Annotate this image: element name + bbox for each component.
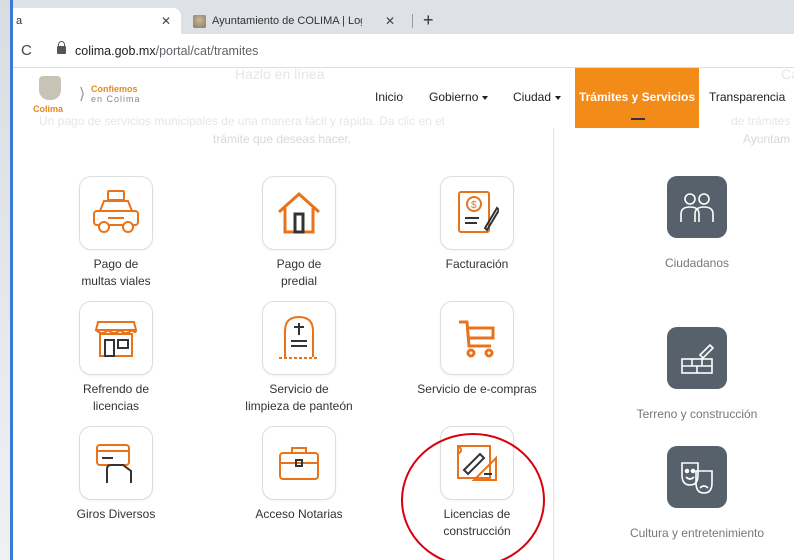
ghost-heading-right: Ca xyxy=(781,66,794,82)
service-pago-predial[interactable]: Pago de predial xyxy=(219,176,379,290)
url-path: /portal/cat/tramites xyxy=(155,44,259,58)
nav-ciudad[interactable]: Ciudad xyxy=(513,90,562,104)
service-label: Servicio de limpieza de panteón xyxy=(219,381,379,415)
theater-masks-icon xyxy=(667,446,727,508)
tab-separator xyxy=(412,14,413,28)
nav-inicio[interactable]: Inicio xyxy=(375,90,403,104)
colima-logo[interactable]: Colima xyxy=(33,76,73,120)
service-label: Servicio de e-compras xyxy=(417,382,537,396)
category-label: Ciudadanos xyxy=(664,256,730,270)
service-label: Refrendo de licencias xyxy=(36,381,196,415)
brand-subtitle: en Colima xyxy=(91,94,141,104)
tab-ayuntamiento[interactable]: Ayuntamiento de COLIMA | Login ✕ xyxy=(185,8,405,34)
ghost-heading: Hazlo en línea xyxy=(235,66,325,82)
favicon-icon xyxy=(193,14,206,28)
category-label: Terreno y construcción xyxy=(636,407,758,421)
category-label: Cultura y entretenimiento xyxy=(629,526,765,540)
service-facturacion[interactable]: $ Facturación xyxy=(397,176,557,273)
browser-window: a ✕ Ayuntamiento de COLIMA | Login ✕ + C… xyxy=(10,0,794,560)
main-content: trámite que deseas hacer. Ayuntam Pago d… xyxy=(13,128,794,560)
address-bar: C colima.gob.mx/portal/cat/tramites xyxy=(13,34,794,68)
service-refrendo-licencias[interactable]: Refrendo de licencias xyxy=(36,301,196,415)
url-host: colima.gob.mx xyxy=(75,44,156,58)
tab-title: Ayuntamiento de COLIMA | Login xyxy=(212,15,362,27)
brand-title: Confiemos xyxy=(91,84,138,94)
service-label: Pago de predial xyxy=(219,256,379,290)
store-icon xyxy=(79,301,153,375)
shield-icon xyxy=(39,76,61,100)
close-tab-icon[interactable]: ✕ xyxy=(161,14,171,28)
service-label: Facturación xyxy=(445,257,509,271)
service-label-line1: Pago de xyxy=(93,257,139,271)
highlight-circle xyxy=(401,433,545,560)
service-label-line2: licencias xyxy=(92,399,140,413)
service-label: Giros Diversos xyxy=(76,507,156,521)
active-indicator xyxy=(631,118,645,120)
tab-title: a xyxy=(16,15,23,27)
nav-tramites-label: Trámites y Servicios xyxy=(578,90,696,104)
close-tab-icon[interactable]: ✕ xyxy=(385,14,395,28)
service-label-line2: predial xyxy=(280,274,318,288)
ghost-line2: trámite que deseas hacer. xyxy=(213,132,352,146)
caret-down-icon xyxy=(555,95,562,100)
category-ciudadanos[interactable]: Ciudadanos xyxy=(607,176,787,270)
reload-icon[interactable]: C xyxy=(21,42,32,59)
service-label: Pago de multas viales xyxy=(36,256,196,290)
brand-slogan: Confiemos en Colima xyxy=(91,84,141,104)
people-icon xyxy=(667,176,727,238)
service-e-compras[interactable]: Servicio de e-compras xyxy=(397,301,557,398)
chevron-right-icon: ⟩ xyxy=(79,86,86,103)
bricks-icon xyxy=(667,327,727,389)
tab-strip: a ✕ Ayuntamiento de COLIMA | Login ✕ + xyxy=(13,0,794,34)
service-label-line2: limpieza de panteón xyxy=(245,399,353,413)
nav-transparencia[interactable]: Transparencia xyxy=(709,90,785,104)
service-label: Acceso Notarias xyxy=(255,507,343,521)
lock-icon[interactable] xyxy=(57,41,66,54)
service-label-line2: multas viales xyxy=(81,274,151,288)
invoice-icon: $ xyxy=(440,176,514,250)
service-giros-diversos[interactable]: Giros Diversos xyxy=(36,426,196,523)
new-tab-button[interactable]: + xyxy=(423,11,434,29)
nav-ciudad-label: Ciudad xyxy=(513,90,552,104)
briefcase-icon xyxy=(262,426,336,500)
site-header: Hazlo en línea Ca Un pago de servicios m… xyxy=(13,66,794,128)
house-icon xyxy=(262,176,336,250)
category-cultura-entretenimiento[interactable]: Cultura y entretenimiento xyxy=(607,446,787,540)
svg-text:$: $ xyxy=(471,200,477,211)
cart-icon xyxy=(440,301,514,375)
service-pago-multas[interactable]: Pago de multas viales xyxy=(36,176,196,290)
card-hand-icon xyxy=(79,426,153,500)
service-label-line1: Servicio de xyxy=(269,382,329,396)
ghost-intro: Un pago de servicios municipales de una … xyxy=(39,114,445,128)
background-edge xyxy=(0,0,10,560)
caret-down-icon xyxy=(482,95,489,100)
logo-text: Colima xyxy=(33,104,64,114)
service-acceso-notarias[interactable]: Acceso Notarias xyxy=(219,426,379,523)
ghost-intro-right: de trámites q xyxy=(731,114,794,128)
service-limpieza-panteon[interactable]: Servicio de limpieza de panteón xyxy=(219,301,379,415)
url-field[interactable]: colima.gob.mx/portal/cat/tramites xyxy=(75,44,258,58)
category-terreno-construccion[interactable]: Terreno y construcción xyxy=(607,327,787,421)
tombstone-icon xyxy=(262,301,336,375)
ghost-line2-right: Ayuntam xyxy=(743,132,791,146)
service-label-line1: Refrendo de xyxy=(82,382,150,396)
service-label-line1: Pago de xyxy=(276,257,322,271)
nav-tramites[interactable]: Trámites y Servicios xyxy=(575,68,699,128)
nav-gobierno-label: Gobierno xyxy=(429,90,479,104)
car-icon xyxy=(79,176,153,250)
tab-active[interactable]: a ✕ xyxy=(13,8,181,34)
nav-gobierno[interactable]: Gobierno xyxy=(429,90,489,104)
